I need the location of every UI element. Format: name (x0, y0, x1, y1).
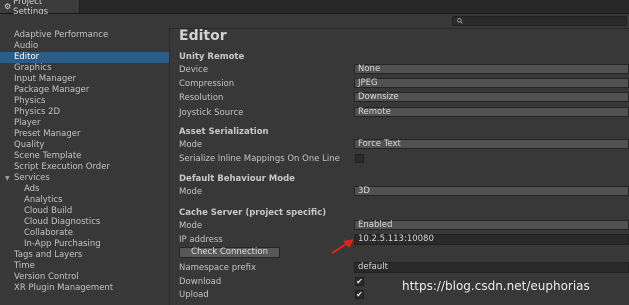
section-header-cache-server: Cache Server (project specific) (179, 208, 327, 218)
behaviour-mode-label: Mode (179, 187, 203, 197)
toolbar (0, 14, 629, 29)
red-arrow-icon (331, 239, 354, 254)
sidebar-item-physics-2d[interactable]: Physics 2D (0, 107, 169, 118)
namespace-prefix-field[interactable]: default (354, 262, 629, 273)
sidebar-item-package-manager[interactable]: Package Manager (0, 85, 169, 96)
sidebar-item-label: Quality (14, 140, 45, 150)
sidebar-item-physics[interactable]: Physics (0, 96, 169, 107)
page-title: Editor (179, 28, 227, 44)
sidebar-item-quality[interactable]: Quality (0, 140, 169, 151)
ip-address-field[interactable]: 10.2.5.113:10080 (354, 234, 629, 245)
check-connection-button[interactable]: Check Connection (179, 247, 280, 258)
sidebar-item-label: Scene Template (14, 151, 82, 161)
sidebar-item-editor[interactable]: Editor (0, 52, 169, 63)
sidebar-item-audio[interactable]: Audio (0, 41, 169, 52)
sidebar-item-label: Tags and Layers (14, 250, 83, 260)
sidebar-item-preset-manager[interactable]: Preset Manager (0, 129, 169, 140)
tab-project-settings[interactable]: ⚙ Project Settings (0, 0, 80, 17)
sidebar-item-ads[interactable]: Ads (0, 184, 169, 195)
sidebar-item-label: XR Plugin Management (14, 283, 114, 293)
cache-mode-label: Mode (179, 221, 203, 231)
sidebar-item-label: Script Execution Order (14, 162, 110, 172)
sidebar-item-label: Services (14, 173, 50, 183)
device-label: Device (179, 65, 209, 75)
download-checkbox[interactable]: ✔ (355, 277, 364, 286)
sidebar-item-label: Package Manager (14, 85, 90, 95)
gear-icon: ⚙ (4, 1, 12, 11)
sidebar-item-label: Version Control (14, 272, 79, 282)
sidebar-item-label: Graphics (14, 63, 52, 73)
serialization-mode-label: Mode (179, 140, 203, 150)
ip-address-label: IP address (179, 235, 223, 245)
compression-label: Compression (179, 79, 235, 89)
sidebar-item-input-manager[interactable]: Input Manager (0, 74, 169, 85)
behaviour-mode-dropdown[interactable]: 3D (354, 186, 629, 196)
resolution-dropdown[interactable]: Downsize (354, 92, 629, 102)
upload-checkbox[interactable]: ✔ (355, 290, 364, 299)
checkmark-icon: ✔ (356, 290, 363, 299)
sidebar-item-label: Audio (14, 41, 39, 51)
sidebar-item-label: Adaptive Performance (14, 30, 109, 40)
sidebar-item-collaborate[interactable]: Collaborate (0, 228, 169, 239)
sidebar-item-label: In-App Purchasing (24, 239, 101, 249)
foldout-arrow-icon[interactable]: ▼ (5, 173, 10, 184)
sidebar-item-adaptive-performance[interactable]: Adaptive Performance (0, 30, 169, 41)
settings-sidebar: Adaptive Performance Audio Editor Graphi… (0, 28, 170, 305)
sidebar-item-xr-plugin-management[interactable]: XR Plugin Management (0, 283, 169, 294)
sidebar-item-label: Physics 2D (14, 107, 61, 117)
sidebar-item-analytics[interactable]: Analytics (0, 195, 169, 206)
sidebar-item-label: Player (14, 118, 41, 128)
watermark-text: https://blog.csdn.net/euphorias (402, 279, 590, 293)
sidebar-item-services[interactable]: ▼ Services (0, 173, 169, 184)
cache-mode-dropdown[interactable]: Enabled (354, 220, 629, 230)
serialize-inline-checkbox[interactable] (355, 154, 364, 163)
search-input[interactable] (452, 16, 627, 26)
sidebar-item-script-execution-order[interactable]: Script Execution Order (0, 162, 169, 173)
sidebar-item-cloud-diagnostics[interactable]: Cloud Diagnostics (0, 217, 169, 228)
joystick-source-dropdown[interactable]: Remote (354, 107, 629, 117)
compression-dropdown[interactable]: JPEG (354, 78, 629, 88)
sidebar-item-label: Collaborate (24, 228, 73, 238)
joystick-source-label: Joystick Source (179, 108, 244, 118)
download-label: Download (179, 277, 222, 287)
sidebar-item-in-app-purchasing[interactable]: In-App Purchasing (0, 239, 169, 250)
sidebar-item-label: Input Manager (14, 74, 76, 84)
checkmark-icon: ✔ (356, 277, 363, 286)
section-header-asset-serialization: Asset Serialization (179, 127, 269, 137)
device-dropdown[interactable]: None (354, 64, 629, 74)
sidebar-item-label: Cloud Diagnostics (24, 217, 101, 227)
sidebar-item-player[interactable]: Player (0, 118, 169, 129)
serialize-inline-label: Serialize Inline Mappings On One Line (179, 154, 340, 164)
section-header-default-behaviour: Default Behaviour Mode (179, 174, 295, 184)
sidebar-item-label: Cloud Build (24, 206, 73, 216)
sidebar-item-label: Ads (24, 184, 40, 194)
sidebar-item-label: Preset Manager (14, 129, 81, 139)
sidebar-item-cloud-build[interactable]: Cloud Build (0, 206, 169, 217)
sidebar-item-label: Editor (14, 52, 40, 62)
sidebar-item-time[interactable]: Time (0, 261, 169, 272)
resolution-label: Resolution (179, 93, 224, 103)
sidebar-item-label: Analytics (24, 195, 63, 205)
sidebar-item-graphics[interactable]: Graphics (0, 63, 169, 74)
sidebar-item-version-control[interactable]: Version Control (0, 272, 169, 283)
sidebar-item-label: Physics (14, 96, 46, 106)
sidebar-item-scene-template[interactable]: Scene Template (0, 151, 169, 162)
serialization-mode-dropdown[interactable]: Force Text (354, 139, 629, 149)
upload-label: Upload (179, 290, 209, 300)
sidebar-item-label: Time (14, 261, 35, 271)
title-bar: ⚙ Project Settings (0, 0, 629, 17)
sidebar-item-tags-and-layers[interactable]: Tags and Layers (0, 250, 169, 261)
namespace-prefix-label: Namespace prefix (179, 263, 257, 273)
editor-settings-panel: Editor Unity Remote Device None Compress… (171, 28, 629, 305)
section-header-unity-remote: Unity Remote (179, 52, 245, 62)
search-icon (457, 18, 463, 24)
